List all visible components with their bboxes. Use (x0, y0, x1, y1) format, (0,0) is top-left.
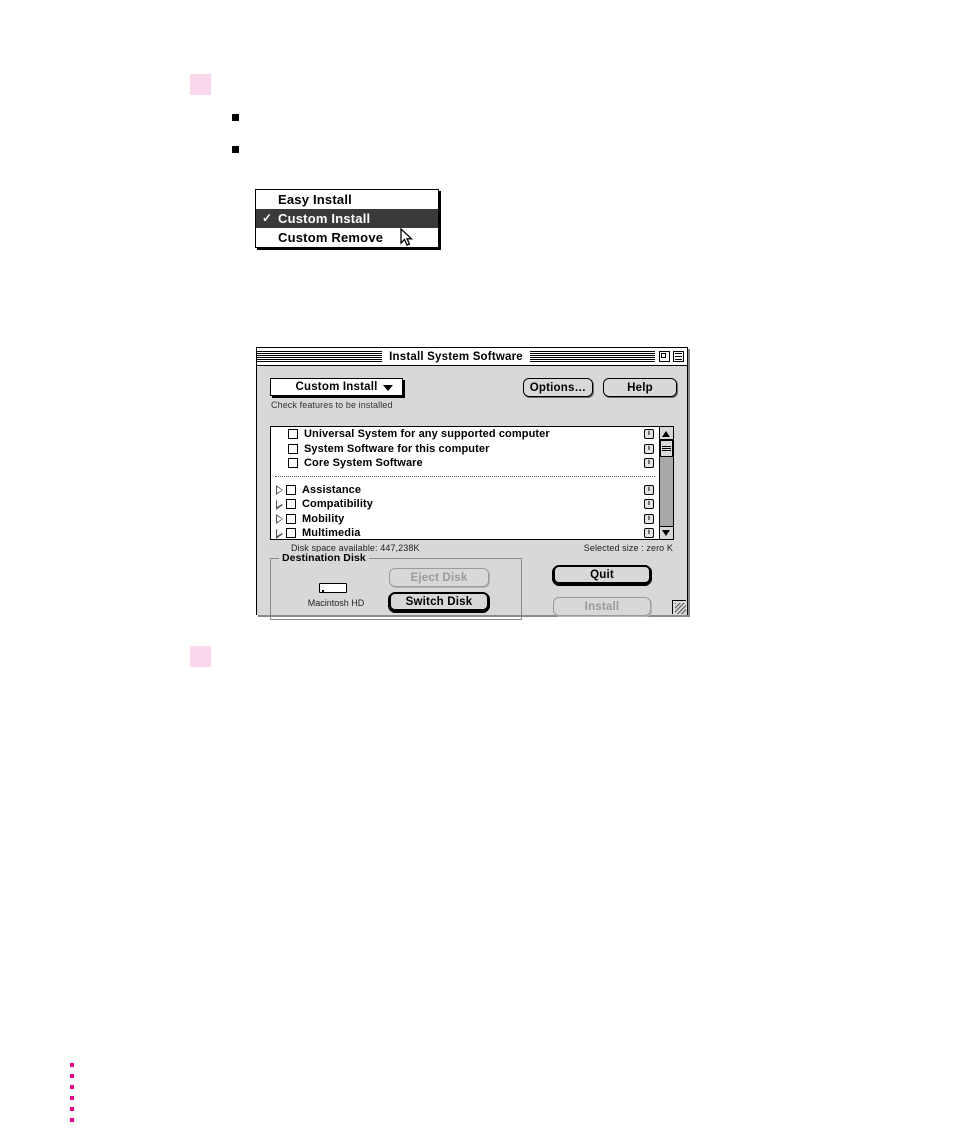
scroll-track[interactable] (660, 440, 673, 526)
window-title: Install System Software (389, 350, 523, 363)
feature-list-scrollbar[interactable] (659, 427, 673, 539)
list-item[interactable]: System Software for this computer i (271, 442, 659, 457)
feature-checkbox[interactable] (288, 458, 298, 469)
feature-list[interactable]: Universal System for any supported compu… (270, 426, 674, 540)
info-icon[interactable]: i (644, 513, 654, 524)
info-icon[interactable]: i (644, 458, 654, 468)
destination-disk-name: Macintosh HD (307, 598, 365, 608)
install-mode-popup-button[interactable]: Custom Install (270, 378, 403, 396)
zoom-box-icon[interactable] (659, 351, 671, 362)
info-icon[interactable]: i (644, 484, 654, 495)
options-button[interactable]: Options… (523, 378, 593, 397)
list-item[interactable]: Universal System for any supported compu… (271, 427, 659, 442)
resize-grip-icon[interactable] (672, 600, 686, 614)
margin-dot (70, 1107, 74, 1111)
install-system-software-window: Install System Software Custom Install O… (256, 347, 688, 620)
disclosure-triangle-icon[interactable] (275, 499, 284, 510)
help-button[interactable]: Help (603, 378, 677, 397)
scroll-up-arrow-icon[interactable] (660, 427, 673, 440)
bullet-square-2 (232, 146, 239, 153)
margin-dot (70, 1063, 74, 1067)
list-item[interactable]: Compatibility i (271, 497, 659, 512)
menu-item-label: Custom Install (278, 211, 371, 226)
info-icon[interactable]: i (644, 499, 654, 509)
hard-disk-icon (319, 583, 347, 593)
info-icon[interactable]: i (644, 528, 654, 538)
eject-disk-button[interactable]: Eject Disk (389, 568, 489, 587)
list-item[interactable]: Assistance i (271, 483, 659, 498)
feature-label: Core System Software (304, 457, 423, 470)
feature-checkbox[interactable] (288, 429, 298, 440)
list-item[interactable]: Core System Software i (271, 456, 659, 471)
bullet-square-1 (232, 114, 239, 121)
info-icon[interactable]: i (644, 429, 654, 439)
feature-checkbox[interactable] (286, 499, 296, 510)
menu-item-label: Custom Remove (278, 230, 384, 245)
disclosure-triangle-icon[interactable] (275, 514, 284, 525)
scroll-thumb[interactable] (660, 440, 673, 457)
destination-disk-group: Destination Disk Macintosh HD Eject Disk… (270, 552, 522, 620)
margin-dot (70, 1074, 74, 1078)
menu-item-easy-install[interactable]: Easy Install (256, 190, 438, 209)
disclosure-triangle-icon[interactable] (275, 485, 284, 496)
title-bar-stripes-right (529, 351, 656, 362)
feature-checkbox[interactable] (286, 484, 296, 495)
step-marker-square-2 (190, 646, 211, 667)
window-title-bar[interactable]: Install System Software (257, 348, 687, 366)
collapse-box-icon[interactable] (673, 351, 685, 362)
feature-label: Universal System for any supported compu… (304, 428, 550, 441)
list-divider (275, 475, 655, 477)
install-mode-value: Custom Install (295, 381, 378, 393)
margin-dot (70, 1096, 74, 1100)
feature-label: Assistance (302, 483, 362, 496)
margin-dot-column (70, 1063, 74, 1122)
feature-label: System Software for this computer (304, 442, 490, 455)
destination-disk-legend: Destination Disk (279, 552, 369, 564)
feature-label: Multimedia (302, 527, 361, 539)
install-button[interactable]: Install (553, 597, 651, 616)
list-item[interactable]: Multimedia i (271, 526, 659, 539)
menu-item-label: Easy Install (278, 192, 352, 207)
feature-list-rows: Universal System for any supported compu… (271, 427, 659, 539)
feature-label: Mobility (302, 512, 345, 525)
disclosure-triangle-icon[interactable] (275, 528, 284, 539)
step-marker-square-1 (190, 74, 211, 95)
window-body: Custom Install Options… Help Check featu… (257, 366, 687, 620)
checkmark-icon: ✓ (262, 211, 273, 225)
quit-button[interactable]: Quit (553, 565, 651, 584)
feature-checkbox[interactable] (288, 443, 298, 454)
margin-dot (70, 1085, 74, 1089)
install-mode-popup-menu[interactable]: Easy Install ✓ Custom Install Custom Rem… (255, 189, 439, 248)
margin-dot (70, 1118, 74, 1122)
chevron-down-icon (383, 385, 393, 391)
feature-label: Compatibility (302, 498, 373, 511)
list-item[interactable]: Mobility i (271, 512, 659, 527)
menu-item-custom-remove[interactable]: Custom Remove (256, 228, 438, 247)
selected-size: Selected size : zero K (583, 543, 673, 553)
switch-disk-button[interactable]: Switch Disk (389, 592, 489, 611)
check-features-hint: Check features to be installed (271, 400, 393, 410)
top-controls-row: Custom Install Options… Help (270, 378, 677, 398)
feature-checkbox[interactable] (286, 528, 296, 539)
scroll-down-arrow-icon[interactable] (660, 526, 673, 539)
info-icon[interactable]: i (644, 443, 654, 454)
menu-item-custom-install[interactable]: ✓ Custom Install (256, 209, 438, 246)
feature-checkbox[interactable] (286, 513, 296, 524)
title-bar-stripes-left (257, 351, 383, 362)
